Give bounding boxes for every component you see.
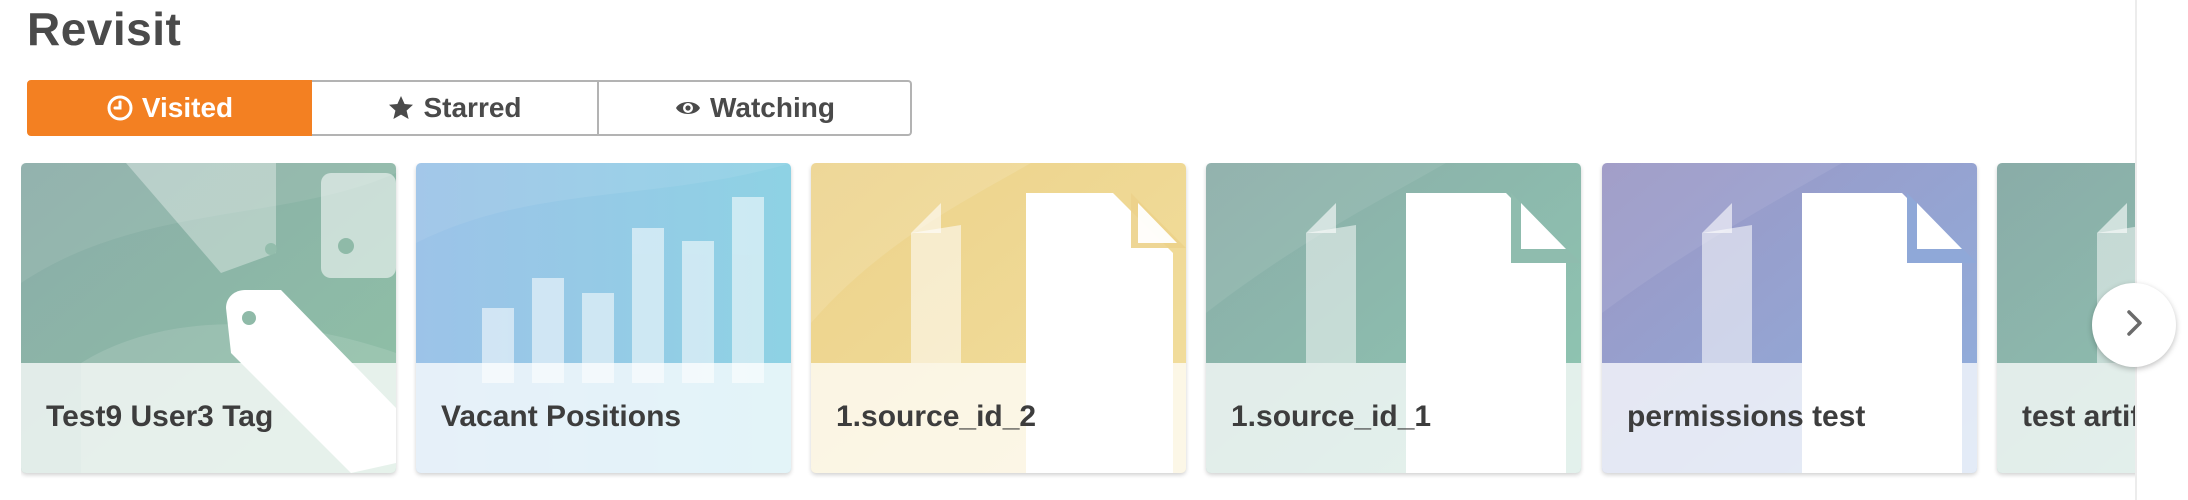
tab-starred[interactable]: Starred <box>312 80 599 136</box>
chevron-right-icon <box>2118 307 2150 344</box>
card-source-id-2[interactable]: 1.source_id_2 <box>811 163 1186 473</box>
card-permissions-test[interactable]: permissions test <box>1602 163 1977 473</box>
star-icon <box>387 94 415 122</box>
tab-watching[interactable]: Watching <box>599 80 912 136</box>
panel-divider <box>2135 0 2137 500</box>
card-test9-user3-tag[interactable]: Test9 User3 Tag <box>21 163 396 473</box>
revisit-carousel: Test9 User3 Tag Vacant Positions 1.sourc… <box>21 163 2135 500</box>
carousel-next-button[interactable] <box>2092 283 2176 367</box>
tab-starred-label: Starred <box>423 92 522 123</box>
card-title: Test9 User3 Tag <box>46 400 274 433</box>
card-title: permissions test <box>1627 400 1866 433</box>
clock-icon <box>106 94 134 122</box>
tab-watching-label: Watching <box>710 92 835 123</box>
eye-icon <box>674 94 702 122</box>
card-source-id-1[interactable]: 1.source_id_1 <box>1206 163 1581 473</box>
section-title: Revisit <box>27 3 182 55</box>
revisit-tabs: Visited Starred Watching <box>27 80 912 136</box>
tab-visited-label: Visited <box>141 92 234 123</box>
card-title: 1.source_id_1 <box>1231 400 1432 433</box>
card-title: test artifact <box>2022 400 2135 433</box>
card-title: Vacant Positions <box>441 400 682 433</box>
card-vacant-positions[interactable]: Vacant Positions <box>416 163 791 473</box>
card-title: 1.source_id_2 <box>836 400 1037 433</box>
tab-visited[interactable]: Visited <box>27 80 312 136</box>
